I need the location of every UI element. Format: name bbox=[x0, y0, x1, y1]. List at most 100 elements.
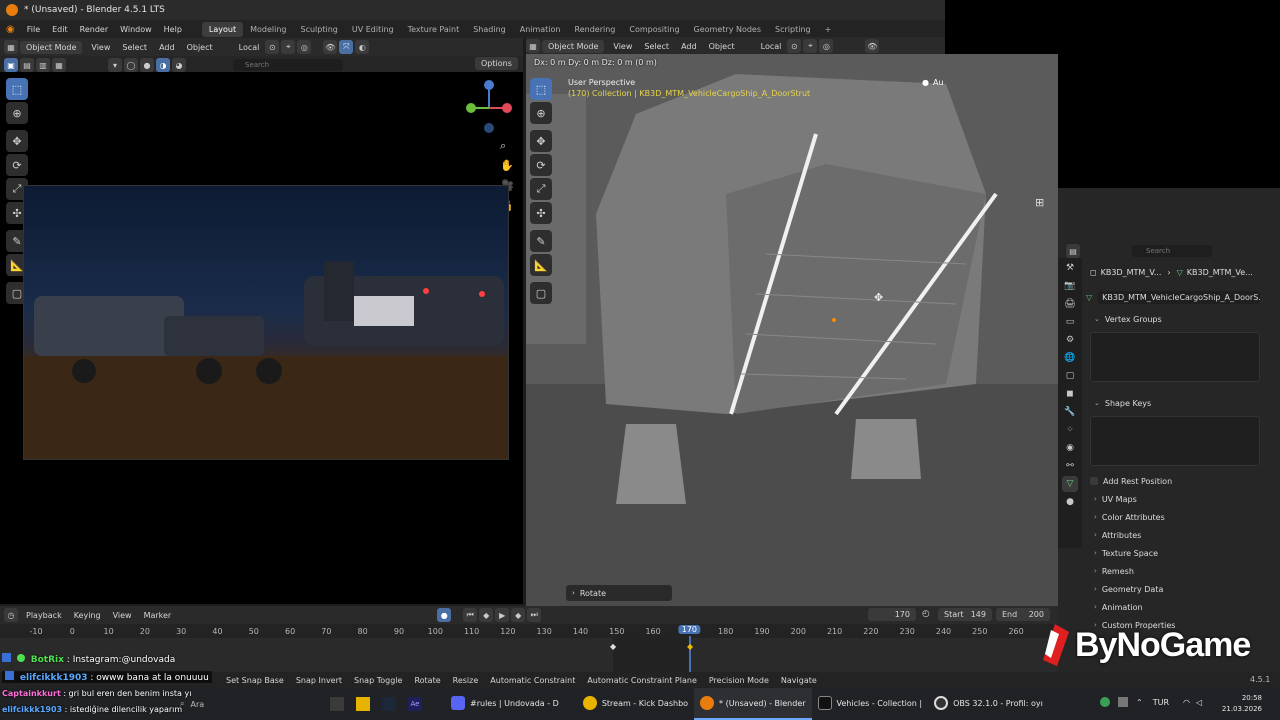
visibility-icon[interactable]: 👁 bbox=[323, 40, 338, 54]
output-tab-icon[interactable]: 🖨 bbox=[1062, 296, 1078, 312]
tab-uv-editing[interactable]: UV Editing bbox=[345, 22, 401, 37]
geometry-data-panel[interactable]: › Geometry Data bbox=[1084, 580, 1278, 598]
particles-tab-icon[interactable]: ⁘ bbox=[1062, 422, 1078, 438]
move-tool-icon[interactable]: ✥ bbox=[6, 130, 28, 152]
scene-tab-icon[interactable]: ⚙ bbox=[1062, 332, 1078, 348]
prev-keyframe-icon[interactable]: ◆ bbox=[479, 608, 494, 622]
tray-app-icon[interactable] bbox=[1100, 697, 1110, 707]
pivot-icon[interactable]: ⊙ bbox=[265, 40, 280, 54]
material-tab-icon[interactable]: ● bbox=[1062, 494, 1078, 510]
animation-panel[interactable]: › Animation bbox=[1084, 598, 1278, 616]
collection-tab-icon[interactable]: ▢ bbox=[1062, 368, 1078, 384]
keyframe-icon[interactable]: ◆ bbox=[610, 642, 616, 651]
menu-help[interactable]: Help bbox=[158, 25, 188, 34]
right-mode-select[interactable]: Object Mode bbox=[542, 39, 605, 53]
clock[interactable]: 20:58 21.03.2026 bbox=[1212, 693, 1262, 715]
left-select-menu[interactable]: Select bbox=[116, 43, 153, 52]
right-move-tool-icon[interactable]: ✥ bbox=[530, 130, 552, 152]
right-proportional-icon[interactable]: ◎ bbox=[819, 39, 834, 53]
select-mode3-icon[interactable]: ▦ bbox=[52, 58, 66, 72]
steam-icon[interactable] bbox=[382, 697, 396, 711]
next-keyframe-icon[interactable]: ◆ bbox=[511, 608, 526, 622]
taskbar-app-obs[interactable]: OBS 32.1.0 - Profil: oyı bbox=[928, 688, 1049, 720]
shading-material-icon[interactable]: ◑ bbox=[156, 58, 170, 72]
file-explorer-icon[interactable] bbox=[356, 697, 370, 711]
tab-scripting[interactable]: Scripting bbox=[768, 22, 818, 37]
right-cursor-tool-icon[interactable]: ⊕ bbox=[530, 102, 552, 124]
menu-render[interactable]: Render bbox=[74, 25, 114, 34]
object-tab-icon[interactable]: ◼ bbox=[1062, 386, 1078, 402]
tool-tab-icon[interactable]: ⚒ bbox=[1062, 260, 1078, 276]
tab-compositing[interactable]: Compositing bbox=[622, 22, 686, 37]
tray-chevron-icon[interactable]: ⌃ bbox=[1136, 698, 1143, 707]
tab-geometry-nodes[interactable]: Geometry Nodes bbox=[687, 22, 768, 37]
tab-texture-paint[interactable]: Texture Paint bbox=[401, 22, 467, 37]
left-add-menu[interactable]: Add bbox=[153, 43, 181, 52]
taskbar-app-vehicles[interactable]: Vehicles - Collection | bbox=[812, 688, 929, 720]
gizmo-icon[interactable]: ⤧ bbox=[339, 40, 354, 54]
shape-keys-panel[interactable]: ⌄ Shape Keys bbox=[1084, 394, 1278, 412]
current-frame-field[interactable]: 170 bbox=[868, 608, 916, 621]
editor-type-icon[interactable]: ▦ bbox=[4, 40, 18, 54]
view-layer-tab-icon[interactable]: ▭ bbox=[1062, 314, 1078, 330]
right-rotate-tool-icon[interactable]: ⟳ bbox=[530, 154, 552, 176]
right-scale-tool-icon[interactable]: ⤢ bbox=[530, 178, 552, 200]
right-select-menu[interactable]: Select bbox=[638, 42, 675, 51]
select-tool-icon[interactable]: ⬚ bbox=[6, 78, 28, 100]
right-orientation-select[interactable]: Local bbox=[755, 42, 788, 51]
add-rest-position-checkbox[interactable] bbox=[1090, 477, 1098, 485]
menu-file[interactable]: File bbox=[21, 25, 46, 34]
start-frame-field[interactable]: Start 149 bbox=[938, 608, 992, 621]
last-operator-panel[interactable]: › Rotate bbox=[566, 585, 672, 601]
add-rest-position-row[interactable]: Add Rest Position bbox=[1084, 472, 1278, 490]
taskbar-search[interactable]: ⌕ Ara bbox=[180, 696, 280, 712]
blender-menu-icon[interactable]: ◉ bbox=[0, 24, 21, 35]
tab-animation[interactable]: Animation bbox=[513, 22, 568, 37]
jump-start-icon[interactable]: ⏮ bbox=[463, 608, 478, 622]
end-frame-field[interactable]: End 200 bbox=[996, 608, 1050, 621]
cursor-tool-icon[interactable]: ⊕ bbox=[6, 102, 28, 124]
attributes-panel[interactable]: › Attributes bbox=[1084, 526, 1278, 544]
keyframe-selected-icon[interactable]: ◆ bbox=[687, 642, 693, 651]
add-workspace-button[interactable]: + bbox=[818, 22, 839, 37]
tab-layout[interactable]: Layout bbox=[201, 22, 244, 37]
vertex-group-list[interactable] bbox=[1090, 332, 1260, 382]
left-search-input[interactable]: Search bbox=[233, 59, 343, 71]
left-view-menu[interactable]: View bbox=[85, 43, 116, 52]
left-object-menu[interactable]: Object bbox=[181, 43, 219, 52]
select-mode2-icon[interactable]: ▥ bbox=[36, 58, 50, 72]
navigation-gizmo[interactable] bbox=[465, 78, 515, 138]
tray-app2-icon[interactable] bbox=[1118, 697, 1128, 707]
language-indicator[interactable]: TUR bbox=[1153, 698, 1169, 707]
filter-icon[interactable]: ▾ bbox=[108, 58, 122, 72]
right-measure-tool-icon[interactable]: 📐 bbox=[530, 254, 552, 276]
jump-end-icon[interactable]: ⏭ bbox=[527, 608, 542, 622]
modifier-tab-icon[interactable]: 🔧 bbox=[1062, 404, 1078, 420]
remesh-panel[interactable]: › Remesh bbox=[1084, 562, 1278, 580]
tab-modeling[interactable]: Modeling bbox=[243, 22, 293, 37]
shading-wire-icon[interactable]: ◯ bbox=[124, 58, 138, 72]
shading-solid-icon[interactable]: ● bbox=[140, 58, 154, 72]
world-tab-icon[interactable]: 🌐 bbox=[1062, 350, 1078, 366]
right-object-menu[interactable]: Object bbox=[703, 42, 741, 51]
left-mode-select[interactable]: Object Mode bbox=[20, 40, 83, 54]
pan-hand-icon[interactable]: ✋ bbox=[500, 156, 514, 176]
grid-toggle-icon[interactable]: ⊞ bbox=[1035, 196, 1044, 209]
mesh-data-tab-icon[interactable]: ▽ bbox=[1062, 476, 1078, 492]
uv-maps-panel[interactable]: › UV Maps bbox=[1084, 490, 1278, 508]
right-visibility-icon[interactable]: 👁 bbox=[865, 39, 880, 53]
taskbar-app-chrome[interactable]: Stream - Kick Dashbo bbox=[577, 688, 694, 720]
render-tab-icon[interactable]: 📷 bbox=[1062, 278, 1078, 294]
select-mode-icon[interactable]: ▤ bbox=[20, 58, 34, 72]
right-view-menu[interactable]: View bbox=[607, 42, 638, 51]
snap-icon[interactable]: ⌖ bbox=[281, 40, 296, 54]
zoom-icon[interactable]: ⌕ bbox=[500, 136, 514, 156]
proportional-icon[interactable]: ◎ bbox=[297, 40, 312, 54]
physics-tab-icon[interactable]: ◉ bbox=[1062, 440, 1078, 456]
options-button[interactable]: Options bbox=[475, 57, 518, 70]
right-pivot-icon[interactable]: ⊙ bbox=[787, 39, 802, 53]
wifi-icon[interactable]: ◠ bbox=[1183, 698, 1190, 707]
view-menu[interactable]: View bbox=[107, 611, 138, 620]
right-3d-viewport[interactable]: Dx: 0 m Dy: 0 m Dz: 0 m (0 m) User Persp… bbox=[526, 54, 1058, 606]
tab-shading[interactable]: Shading bbox=[466, 22, 513, 37]
